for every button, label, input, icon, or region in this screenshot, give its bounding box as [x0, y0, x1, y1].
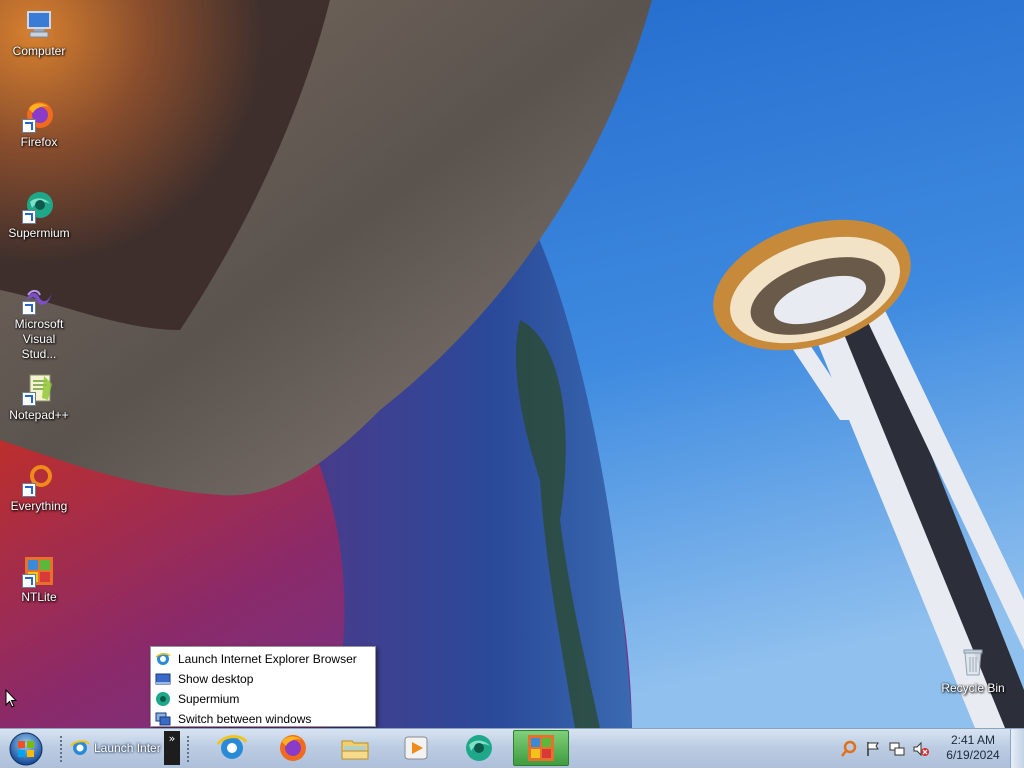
- firefox-icon: [22, 99, 56, 133]
- menu-item-launch-ie[interactable]: Launch Internet Explorer Browser: [151, 649, 375, 669]
- ntlite-icon: [22, 554, 56, 588]
- desktop-icon-recycle-bin[interactable]: Recycle Bin: [938, 645, 1008, 696]
- quick-launch-label: Launch Inter: [94, 741, 161, 755]
- internet-explorer-icon: [216, 735, 248, 759]
- show-desktop-button[interactable]: [1010, 729, 1024, 768]
- taskbar-pinned-media-player[interactable]: [388, 730, 444, 766]
- mouse-cursor-icon: [5, 689, 17, 708]
- desktop-icon-everything[interactable]: Everything: [4, 463, 74, 514]
- ntlite-icon: [528, 735, 554, 761]
- taskbar-pinned-supermium[interactable]: [451, 730, 507, 766]
- menu-item-show-desktop[interactable]: Show desktop: [151, 669, 375, 689]
- taskbar: Launch Inter » 2:41 AM 6/19/2024: [0, 728, 1024, 768]
- recycle-bin-icon: [956, 645, 990, 679]
- notification-area: [840, 737, 930, 761]
- search-icon[interactable]: [840, 740, 858, 758]
- desktop-icon-label: Everything: [10, 499, 68, 513]
- action-center-flag-icon[interactable]: [864, 740, 882, 758]
- desktop-icon-label: Firefox: [20, 135, 58, 149]
- taskbar-running-ntlite[interactable]: [513, 730, 569, 766]
- clock-time: 2:41 AM: [950, 733, 996, 747]
- menu-item-supermium[interactable]: Supermium: [151, 689, 375, 709]
- toolbar-gripper[interactable]: [186, 735, 190, 763]
- media-player-icon: [404, 736, 428, 760]
- desktop-icon-label: Recycle Bin: [941, 681, 1005, 695]
- system-clock[interactable]: 2:41 AM 6/19/2024: [940, 733, 1006, 763]
- supermium-icon: [155, 691, 171, 707]
- show-desktop-icon: [155, 671, 171, 687]
- toolbar-gripper[interactable]: [59, 735, 63, 763]
- menu-item-label: Supermium: [178, 692, 240, 706]
- internet-explorer-icon: [155, 651, 171, 667]
- desktop-icon-supermium[interactable]: Supermium: [4, 190, 74, 241]
- quick-launch-jump-menu: Launch Internet Explorer Browser Show de…: [150, 646, 376, 727]
- firefox-icon: [280, 735, 306, 761]
- menu-item-label: Switch between windows: [178, 712, 312, 726]
- file-explorer-icon: [341, 740, 369, 760]
- desktop-icon-label: Supermium: [8, 226, 70, 240]
- switch-windows-icon: [155, 711, 171, 727]
- internet-explorer-icon: [70, 738, 90, 758]
- menu-item-switch-windows[interactable]: Switch between windows: [151, 709, 375, 729]
- menu-item-label: Launch Internet Explorer Browser: [178, 652, 357, 666]
- supermium-icon: [22, 190, 56, 224]
- visual-studio-icon: [22, 281, 56, 315]
- windows-orb-icon: [9, 732, 43, 766]
- desktop-icon-ntlite[interactable]: NTLite: [4, 554, 74, 605]
- taskbar-pinned-firefox[interactable]: [265, 730, 321, 766]
- desktop-icon-label: Computer: [12, 44, 66, 58]
- desktop-icon-firefox[interactable]: Firefox: [4, 99, 74, 150]
- everything-icon: [22, 463, 56, 497]
- quick-launch-overflow-button[interactable]: »: [164, 731, 180, 765]
- desktop-icon-label: NTLite: [21, 590, 57, 604]
- computer-icon: [22, 8, 56, 42]
- menu-item-label: Show desktop: [178, 672, 254, 686]
- desktop-icon-label: Notepad++: [9, 408, 69, 422]
- taskbar-pinned-internet-explorer[interactable]: [204, 730, 260, 766]
- quick-launch-ie-button[interactable]: Launch Inter: [70, 732, 162, 764]
- start-button[interactable]: [6, 731, 46, 767]
- desktop-icon-label: Microsoft Visual Stud...: [14, 317, 64, 361]
- desktop-icon-visual-studio[interactable]: Microsoft Visual Stud...: [4, 281, 74, 362]
- desktop-icon-computer[interactable]: Computer: [4, 8, 74, 59]
- desktop-icon-notepadpp[interactable]: Notepad++: [4, 372, 74, 423]
- supermium-icon: [466, 735, 492, 761]
- volume-muted-icon[interactable]: [912, 740, 930, 758]
- notepadpp-icon: [22, 372, 56, 406]
- taskbar-pinned-file-explorer[interactable]: [327, 730, 383, 766]
- network-icon[interactable]: [888, 740, 906, 758]
- clock-date: 6/19/2024: [946, 748, 1000, 762]
